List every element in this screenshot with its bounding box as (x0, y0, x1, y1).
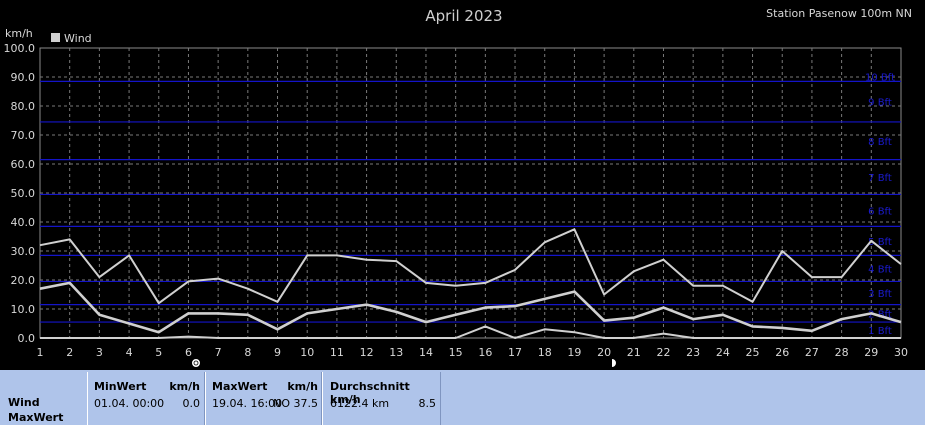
beaufort-label: 6 Bft (868, 206, 892, 217)
x-tick-label: 24 (716, 346, 730, 359)
y-tick-label: 100.0 (4, 42, 36, 55)
moon-phase-icon (607, 358, 617, 368)
beaufort-label: 7 Bft (868, 173, 892, 184)
stats-max-unit: km/h (287, 380, 318, 393)
beaufort-label: 4 Bft (868, 264, 892, 275)
stats-max-box: MaxWert km/h 19.04. 16:00 NO 37.5 (205, 372, 322, 425)
x-tick-label: 1 (37, 346, 44, 359)
x-tick-label: 7 (215, 346, 222, 359)
x-tick-label: 18 (538, 346, 552, 359)
beaufort-label: 8 Bft (868, 137, 892, 148)
x-tick-label: 20 (597, 346, 611, 359)
x-tick-label: 14 (419, 346, 433, 359)
x-tick-label: 9 (274, 346, 281, 359)
x-tick-label: 25 (746, 346, 760, 359)
stats-max-header: MaxWert (212, 380, 268, 393)
beaufort-label: 9 Bft (868, 98, 892, 109)
series-line-average (39, 281, 902, 334)
stats-average-box: Durchschnitt km/h 6122.4 km 8.5 (322, 372, 441, 425)
y-tick-label: 60.0 (11, 158, 36, 171)
x-tick-label: 8 (244, 346, 251, 359)
x-tick-label: 3 (96, 346, 103, 359)
x-tick-label: 30 (894, 346, 908, 359)
x-tick-label: 29 (864, 346, 878, 359)
stats-min-box: MinWert km/h 01.04. 00:00 0.0 (87, 372, 205, 425)
x-tick-label: 5 (155, 346, 162, 359)
beaufort-label: 1 Bft (868, 326, 892, 337)
x-tick-label: 22 (656, 346, 670, 359)
x-tick-label: 26 (775, 346, 789, 359)
y-tick-label: 70.0 (11, 129, 36, 142)
legend-swatch (51, 33, 60, 42)
x-tick-label: 13 (389, 346, 403, 359)
stats-min-header: MinWert (94, 380, 147, 393)
wind-chart: April 2023 Station Pasenow 100m NN km/h … (4, 7, 912, 368)
y-tick-label: 10.0 (11, 303, 36, 316)
y-tick-label: 20.0 (11, 274, 36, 287)
statistics-panel: Wind MaxWert MinWert km/h 01.04. 00:00 0… (0, 370, 925, 425)
y-axis-unit: km/h (5, 27, 33, 40)
stats-row-label-wind: Wind (8, 396, 40, 409)
x-tick-label: 19 (567, 346, 581, 359)
x-tick-label: 4 (126, 346, 133, 359)
x-tick-label: 21 (627, 346, 641, 359)
x-tick-label: 28 (835, 346, 849, 359)
y-tick-label: 30.0 (11, 245, 36, 258)
sun-icon (191, 358, 201, 368)
y-tick-label: 40.0 (11, 216, 36, 229)
x-tick-label: 16 (478, 346, 492, 359)
stats-min-value: 0.0 (182, 397, 201, 410)
legend-label: Wind (64, 32, 92, 45)
series-line-max (39, 228, 902, 305)
beaufort-label: 10 Bft (865, 72, 895, 83)
y-tick-label: 50.0 (11, 187, 36, 200)
stats-distance-value: 6122.4 km (330, 397, 390, 410)
stats-average-value: 8.5 (418, 397, 437, 410)
beaufort-label: 3 Bft (868, 289, 892, 300)
x-tick-label: 23 (686, 346, 700, 359)
x-tick-label: 10 (300, 346, 314, 359)
stats-max-date: 19.04. 16:00 (212, 397, 283, 410)
y-tick-label: 90.0 (11, 71, 36, 84)
stats-row-label-maxwert: MaxWert (8, 411, 64, 424)
chart-title: April 2023 (425, 7, 502, 25)
y-tick-label: 80.0 (11, 100, 36, 113)
stats-max-value: NO 37.5 (273, 397, 318, 410)
x-tick-label: 2 (66, 346, 73, 359)
stats-min-date: 01.04. 00:00 (94, 397, 165, 410)
x-tick-label: 15 (449, 346, 463, 359)
y-tick-label: 0.0 (18, 332, 36, 345)
stats-min-unit: km/h (169, 380, 200, 393)
station-label: Station Pasenow 100m NN (766, 7, 912, 20)
x-tick-label: 12 (360, 346, 374, 359)
x-tick-label: 6 (185, 346, 192, 359)
x-tick-label: 11 (330, 346, 344, 359)
x-tick-label: 27 (805, 346, 819, 359)
x-tick-label: 17 (508, 346, 522, 359)
